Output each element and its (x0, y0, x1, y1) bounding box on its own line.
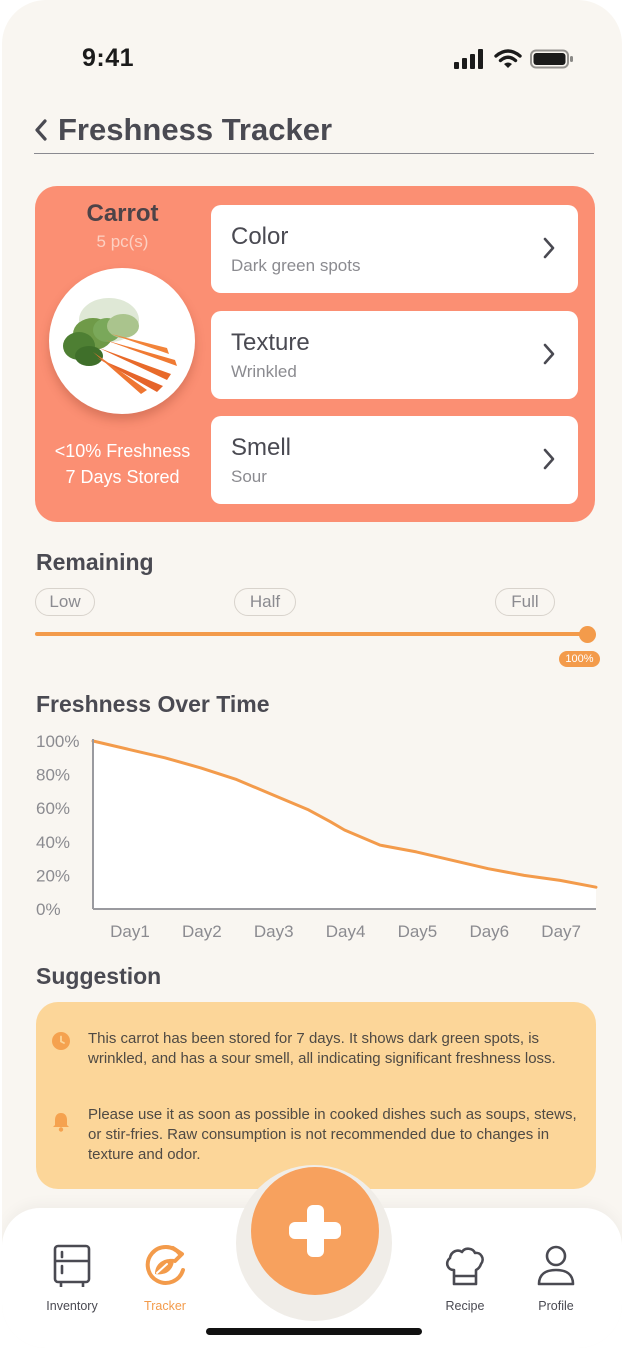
freshness-line-chart: 100% 80% 60% 40% 20% 0% Day1 Day2 Day3 Day4 Day5 Da… (36, 732, 598, 941)
nav-recipe[interactable]: Recipe (420, 1244, 510, 1313)
chevron-right-icon (543, 237, 555, 259)
carrot-image (63, 298, 177, 394)
nav-label: Profile (538, 1299, 574, 1313)
status-time: 9:41 (82, 44, 135, 72)
chevron-left-icon (35, 119, 47, 141)
nav-label: Tracker (144, 1299, 186, 1313)
bell-icon (53, 1113, 69, 1132)
y-tick-label: 0% (36, 900, 61, 919)
item-status: <10% Freshness 7 Days Stored (35, 438, 210, 490)
x-tick-label: Day6 (469, 922, 509, 941)
status-icons (454, 49, 574, 69)
y-tick-label: 40% (36, 833, 70, 852)
tracker-icon (145, 1244, 185, 1285)
plus-icon (289, 1205, 341, 1257)
series-area (93, 741, 596, 909)
attribute-value: Wrinkled (231, 362, 297, 381)
item-name: Carrot (86, 200, 159, 227)
chart-title: Freshness Over Time (36, 691, 270, 717)
item-card: Carrot 5 pc(s) <10% Freshness 7 Days Sto… (35, 186, 595, 522)
item-photo (49, 268, 195, 414)
home-indicator (206, 1328, 422, 1335)
user-icon (537, 1245, 575, 1286)
suggestion-text: Please use it as soon as possible in coo… (88, 1106, 577, 1163)
signal-icon (454, 49, 483, 69)
nav-tracker[interactable]: Tracker (120, 1244, 210, 1313)
chevron-right-icon (543, 448, 555, 470)
back-button[interactable] (34, 112, 56, 148)
remaining-slider-thumb[interactable] (579, 626, 596, 643)
attribute-texture-card[interactable]: Texture Wrinkled (211, 311, 578, 399)
level-full-pill[interactable]: Full (495, 588, 555, 616)
x-tick-label: Day5 (398, 922, 438, 941)
x-tick-label: Day3 (254, 922, 294, 941)
remaining-value-badge: 100% (559, 651, 600, 667)
x-tick-label: Day7 (541, 922, 581, 941)
attribute-smell-card[interactable]: Smell Sour (211, 416, 578, 504)
nav-label: Recipe (445, 1299, 485, 1313)
nav-profile[interactable]: Profile (511, 1244, 601, 1313)
attribute-title: Color (231, 223, 289, 250)
page-header: Freshness Tracker (34, 112, 594, 154)
level-low-pill[interactable]: Low (35, 588, 95, 616)
days-stored: 7 Days Stored (65, 467, 180, 487)
fridge-icon (53, 1244, 91, 1287)
x-tick-label: Day4 (326, 922, 366, 941)
remaining-slider-track[interactable] (35, 632, 587, 636)
phone-screen: 9:41 Freshness Tracker Carrot 5 pc(s) <1… (2, 0, 622, 1348)
attribute-value: Sour (231, 467, 267, 486)
page-title: Freshness Tracker (58, 112, 333, 147)
y-tick-label: 20% (36, 866, 70, 885)
nav-inventory[interactable]: Inventory (27, 1244, 117, 1313)
suggestion-box: This carrot has been stored for 7 days. … (36, 1002, 596, 1189)
clock-icon (52, 1032, 70, 1050)
y-tick-label: 100% (36, 732, 79, 751)
freshness-percent: <10% Freshness (54, 441, 191, 461)
remaining-title: Remaining (36, 549, 154, 575)
wifi-icon (494, 49, 522, 68)
y-tick-label: 60% (36, 799, 70, 818)
x-tick-label: Day2 (182, 922, 222, 941)
attribute-title: Texture (231, 329, 310, 356)
y-tick-label: 80% (36, 766, 70, 785)
battery-icon (530, 49, 573, 69)
attribute-color-card[interactable]: Color Dark green spots (211, 205, 578, 293)
level-half-pill[interactable]: Half (234, 588, 296, 616)
suggestion-text: This carrot has been stored for 7 days. … (88, 1030, 556, 1067)
chef-hat-icon (445, 1247, 484, 1286)
nav-label: Inventory (46, 1299, 98, 1313)
item-quantity: 5 pc(s) (96, 232, 149, 251)
chevron-right-icon (543, 343, 555, 365)
attribute-value: Dark green spots (231, 256, 361, 275)
suggestion-title: Suggestion (36, 963, 162, 989)
attribute-title: Smell (231, 434, 292, 461)
x-tick-label: Day1 (110, 922, 150, 941)
add-button[interactable] (251, 1167, 379, 1295)
